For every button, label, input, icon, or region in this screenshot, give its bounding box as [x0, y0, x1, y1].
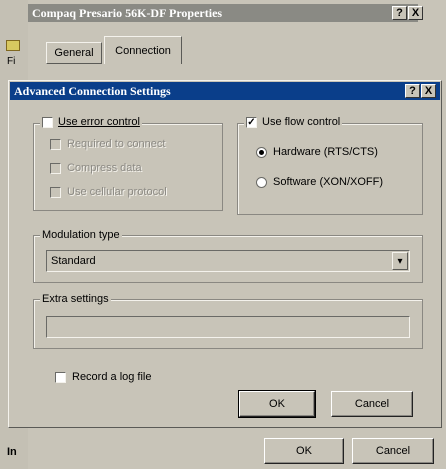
- cellular-protocol-checkbox[interactable]: Use cellular protocol: [50, 186, 167, 198]
- hardware-flow-radio[interactable]: Hardware (RTS/CTS): [256, 146, 378, 158]
- dialog-close-button[interactable]: X: [421, 84, 436, 98]
- record-log-box[interactable]: [55, 371, 66, 383]
- extra-settings-label: Extra settings: [40, 293, 111, 305]
- software-radio-dot[interactable]: [256, 176, 267, 188]
- dialog-cancel-button[interactable]: Cancel: [331, 391, 413, 417]
- required-to-connect-checkbox[interactable]: Required to connect: [50, 138, 165, 150]
- record-log-checkbox[interactable]: Record a log file: [55, 371, 152, 383]
- hardware-radio-dot[interactable]: [256, 146, 267, 158]
- software-flow-radio[interactable]: Software (XON/XOFF): [256, 176, 383, 188]
- chevron-down-icon[interactable]: ▾: [392, 252, 408, 270]
- required-to-connect-box[interactable]: [50, 138, 61, 150]
- tab-connection[interactable]: Connection: [104, 36, 182, 64]
- modulation-select[interactable]: Standard ▾: [46, 250, 410, 272]
- modulation-label: Modulation type: [40, 229, 122, 241]
- extra-settings-group: Extra settings: [33, 293, 423, 349]
- compress-data-box[interactable]: [50, 162, 61, 174]
- properties-cancel-button[interactable]: Cancel: [352, 438, 434, 464]
- properties-help-button[interactable]: ?: [392, 6, 407, 20]
- use-error-control-checkbox[interactable]: Use error control: [40, 116, 142, 128]
- properties-ok-button[interactable]: OK: [264, 438, 344, 464]
- dialog-ok-button[interactable]: OK: [238, 390, 316, 418]
- folder-icon: [6, 40, 20, 51]
- modulation-group: Modulation type Standard ▾: [33, 229, 423, 283]
- properties-title: Compaq Presario 56K-DF Properties: [32, 5, 223, 20]
- properties-title-bar: Compaq Presario 56K-DF Properties: [28, 4, 418, 22]
- properties-close-button[interactable]: X: [408, 6, 423, 20]
- use-flow-control-checkbox[interactable]: ✓ Use flow control: [244, 116, 343, 128]
- use-flow-control-box[interactable]: ✓: [246, 116, 257, 128]
- dialog-title: Advanced Connection Settings: [14, 83, 171, 98]
- advanced-connection-dialog: Advanced Connection Settings ? X Use err…: [8, 80, 442, 428]
- use-error-control-box[interactable]: [42, 116, 53, 128]
- extra-settings-input[interactable]: [46, 316, 410, 338]
- modulation-value: Standard: [51, 255, 96, 267]
- left-fragment-fi: Fi: [7, 56, 16, 67]
- dialog-title-bar: Advanced Connection Settings: [10, 82, 440, 100]
- cellular-protocol-box[interactable]: [50, 186, 61, 198]
- error-control-group: Use error control Required to connect Co…: [33, 116, 223, 211]
- tab-general[interactable]: General: [46, 42, 102, 64]
- left-fragment-in: In: [7, 446, 17, 458]
- dialog-help-button[interactable]: ?: [405, 84, 420, 98]
- flow-control-group: ✓ Use flow control Hardware (RTS/CTS) So…: [237, 116, 423, 215]
- compress-data-checkbox[interactable]: Compress data: [50, 162, 142, 174]
